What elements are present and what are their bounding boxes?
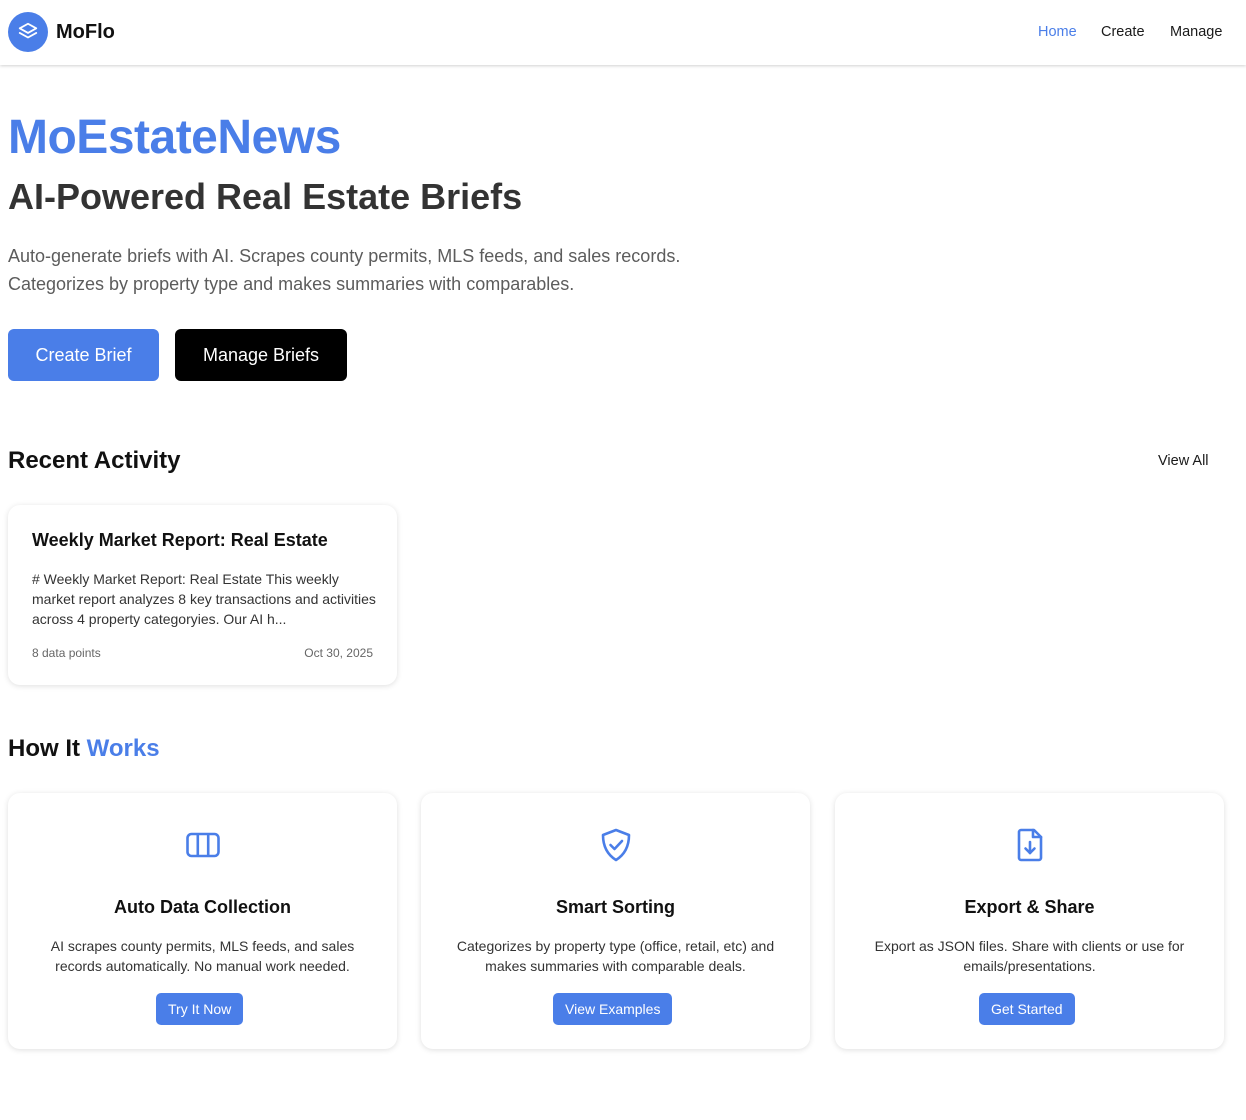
brand-name[interactable]: MoFlo: [56, 20, 115, 44]
view-all-link[interactable]: View All: [1158, 452, 1209, 470]
layers-icon: [18, 22, 38, 39]
feature-description: Export as JSON files. Share with clients…: [874, 938, 1185, 974]
nav-home-link[interactable]: Home: [1038, 23, 1077, 41]
feature-title: Export & Share: [964, 897, 1095, 917]
how-it-works-heading-plain: How It: [8, 735, 87, 762]
top-navbar: MoFlo Home Create Manage: [0, 0, 1246, 65]
activity-card[interactable]: Weekly Market Report: Real Estate # Week…: [8, 505, 397, 685]
shield-check-icon: [601, 828, 630, 862]
file-download-icon: [1017, 828, 1042, 862]
hero-title: MoEstateNews: [8, 111, 341, 164]
feature-description: Categorizes by property type (office, re…: [456, 938, 775, 974]
feature-title: Smart Sorting: [555, 897, 675, 917]
activity-card-title: Weekly Market Report: Real Estate: [32, 530, 328, 550]
columns-icon: [185, 832, 220, 858]
view-examples-button[interactable]: View Examples: [553, 993, 673, 1025]
activity-card-excerpt: # Weekly Market Report: Real Estate This…: [32, 571, 376, 627]
feature-card-smart-sorting: Smart Sorting Categorizes by property ty…: [421, 793, 810, 1049]
feature-title: Auto Data Collection: [113, 897, 291, 917]
feature-card-data-collection: Auto Data Collection AI scrapes county p…: [8, 793, 397, 1049]
activity-card-date: Oct 30, 2025: [304, 646, 373, 660]
feature-card-export-share: Export & Share Export as JSON files. Sha…: [835, 793, 1224, 1049]
nav-manage-link[interactable]: Manage: [1170, 23, 1222, 41]
logo[interactable]: [8, 12, 48, 52]
feature-description: AI scrapes county permits, MLS feeds, an…: [50, 938, 355, 974]
recent-activity-heading: Recent Activity: [8, 447, 181, 474]
try-it-now-button[interactable]: Try It Now: [156, 993, 244, 1025]
get-started-button[interactable]: Get Started: [979, 993, 1075, 1025]
manage-briefs-button[interactable]: Manage Briefs: [175, 329, 347, 381]
how-it-works-heading: How It Works: [8, 734, 160, 764]
activity-card-data-points: 8 data points: [32, 646, 101, 660]
create-brief-button[interactable]: Create Brief: [8, 329, 159, 381]
nav-create-link[interactable]: Create: [1101, 23, 1145, 41]
hero-subtitle: AI-Powered Real Estate Briefs: [8, 176, 523, 217]
hero-description: Auto-generate briefs with AI. Scrapes co…: [8, 246, 681, 294]
how-it-works-heading-accent: Works: [86, 735, 160, 762]
